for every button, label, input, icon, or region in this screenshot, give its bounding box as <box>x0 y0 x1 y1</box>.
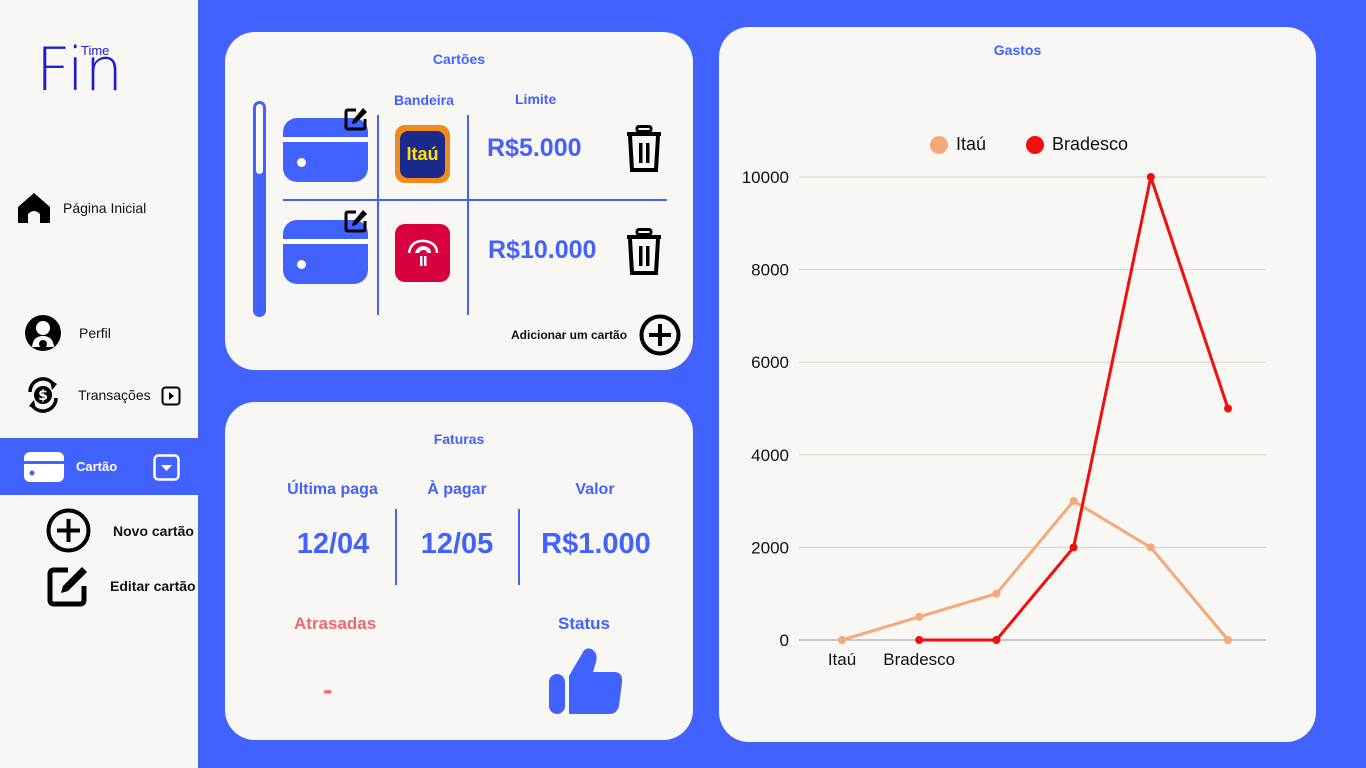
y-tick-label: 6000 <box>751 353 789 372</box>
data-point <box>915 612 924 621</box>
y-tick-label: 4000 <box>751 446 789 465</box>
table-divider <box>467 115 469 315</box>
limite-value: R$5.000 <box>487 134 582 162</box>
nav-transacoes-label: Transações <box>78 387 151 403</box>
ultima-paga-value: 12/04 <box>296 528 370 560</box>
edit-icon <box>47 567 87 607</box>
app-logo: Fin Time <box>36 40 126 100</box>
logo-sup-text: Time <box>81 43 110 58</box>
add-circle-icon <box>639 314 681 356</box>
data-point <box>1069 543 1078 552</box>
cartoes-title: Cartões <box>432 51 486 67</box>
gastos-panel: Gastos Itaú Bradesco 0 2000 4000 6000 8000 10… <box>719 27 1316 742</box>
series-line-bradesco <box>919 175 1230 642</box>
table-divider <box>377 115 379 315</box>
line-chart: 0 2000 4000 6000 8000 10000 Itaú Bradesco <box>742 168 1266 669</box>
table-divider <box>518 509 520 585</box>
scrollbar-thumb[interactable] <box>256 104 263 174</box>
data-point <box>1146 543 1155 552</box>
sidebar: Fin Time Página Inicial Perfil $ Transaç… <box>0 0 198 768</box>
col-ultima-paga: Última paga <box>287 481 378 498</box>
data-point <box>1224 636 1232 644</box>
data-point <box>838 636 846 644</box>
nav-home-label: Página Inicial <box>63 200 147 216</box>
faturas-title: Faturas <box>433 431 485 447</box>
edit-icon[interactable] <box>344 107 368 131</box>
x-tick-label: Itaú <box>828 650 856 669</box>
cards-scrollbar[interactable] <box>253 101 266 317</box>
editar-cartao-button[interactable]: Editar cartão <box>46 564 196 608</box>
x-tick-label: Bradesco <box>883 650 955 669</box>
table-divider <box>283 199 667 201</box>
edit-icon[interactable] <box>344 209 368 233</box>
home-icon <box>18 193 50 223</box>
y-tick-label: 10000 <box>742 168 789 187</box>
thumbs-up-icon <box>549 648 623 714</box>
novo-cartao-button[interactable]: Novo cartão <box>46 508 194 553</box>
faturas-panel: Faturas Última paga À pagar Valor 12/04 … <box>225 402 693 740</box>
play-arrow-icon[interactable] <box>161 386 181 406</box>
cartoes-panel: Cartões Bandeira Limite Itaú R$5.000 R$1… <box>225 32 693 370</box>
data-point <box>915 636 924 644</box>
nav-transacoes[interactable]: $ Transações <box>24 376 181 414</box>
bradesco-symbol-icon <box>407 239 438 266</box>
add-card-label: Adicionar um cartão <box>511 328 628 342</box>
y-tick-label: 2000 <box>751 538 789 557</box>
nav-perfil[interactable]: Perfil <box>24 314 111 352</box>
bradesco-logo <box>395 224 450 282</box>
y-tick-label: 8000 <box>751 261 789 280</box>
nav-cartao-label: Cartão <box>76 459 118 474</box>
y-tick-label: 0 <box>780 631 789 650</box>
atrasadas-value: - <box>323 674 333 705</box>
atrasadas-label: Atrasadas <box>294 614 377 633</box>
dropdown-icon[interactable] <box>153 454 180 481</box>
novo-cartao-label: Novo cartão <box>113 522 194 539</box>
money-exchange-icon: $ <box>28 377 58 413</box>
series-line-ita <box>841 499 1230 642</box>
nav-perfil-label: Perfil <box>79 325 111 341</box>
a-pagar-value: 12/05 <box>420 528 494 560</box>
svg-text:$: $ <box>38 388 48 404</box>
logo-main-text: Fin <box>36 35 124 105</box>
data-point <box>1146 173 1155 181</box>
itau-logo: Itaú <box>395 125 450 183</box>
col-bandeira: Bandeira <box>394 92 454 108</box>
trash-icon[interactable] <box>625 228 663 276</box>
valor-value: R$1.000 <box>541 528 651 560</box>
add-card-button[interactable]: Adicionar um cartão <box>511 314 681 356</box>
add-circle-icon <box>46 508 91 553</box>
col-limite: Limite <box>515 91 557 107</box>
col-valor: Valor <box>575 481 615 498</box>
itau-logo-text: Itaú <box>400 130 445 178</box>
editar-cartao-label: Editar cartão <box>110 578 196 594</box>
data-point <box>1069 497 1078 506</box>
data-point <box>992 636 1001 644</box>
profile-icon <box>25 315 61 351</box>
data-point <box>1224 404 1232 413</box>
status-label: Status <box>558 614 610 633</box>
nav-cartao[interactable]: Cartão <box>0 438 198 495</box>
data-point <box>992 589 1001 598</box>
credit-card-icon <box>24 451 64 482</box>
limite-value: R$10.000 <box>488 236 597 264</box>
col-a-pagar: À pagar <box>427 481 487 498</box>
trash-icon[interactable] <box>625 125 663 173</box>
nav-home[interactable]: Página Inicial <box>16 190 146 226</box>
